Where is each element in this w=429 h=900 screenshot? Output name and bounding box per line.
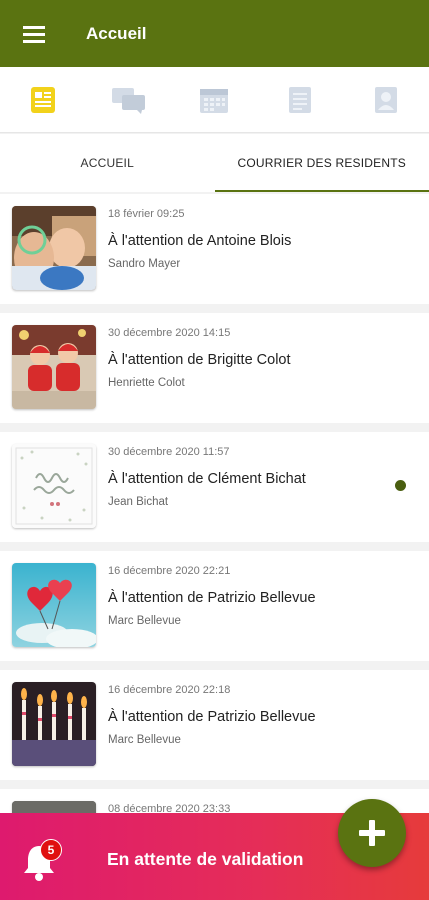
nav-messages-button[interactable] [99,75,159,125]
calendar-icon [200,88,229,113]
list-item[interactable]: 18 février 09:25 À l'attention de Antoin… [0,194,429,304]
list-item[interactable]: 16 décembre 2020 22:21 À l'attention de … [0,551,429,661]
message-thumbnail [12,682,96,766]
message-author: Sandro Mayer [108,258,181,270]
menu-button[interactable] [0,0,68,67]
message-thumbnail [12,206,96,290]
notification-count-badge: 5 [40,839,62,861]
section-icon-bar [0,67,429,133]
pending-validation-label: En attente de validation [107,849,304,869]
list-item[interactable]: 30 décembre 2020 14:15 À l'attention de … [0,313,429,423]
message-author: Jean Bichat [108,496,169,508]
message-date: 30 décembre 2020 14:15 [108,327,231,339]
message-thumbnail [12,563,96,647]
message-date: 16 décembre 2020 22:18 [108,684,231,696]
message-author: Marc Bellevue [108,734,181,746]
message-date: 30 décembre 2020 11:57 [108,446,230,458]
message-title: À l'attention de Patrizio Bellevue [108,709,316,725]
list-item[interactable]: 16 décembre 2020 22:18 À l'attention de … [0,670,429,780]
nav-calendar-button[interactable] [184,75,244,125]
nav-news-button[interactable] [13,75,73,125]
nav-contacts-button[interactable] [356,75,416,125]
newspaper-icon [30,86,55,113]
message-thumbnail [12,444,96,528]
plus-icon [359,820,385,846]
message-date: 16 décembre 2020 22:21 [108,565,231,577]
tab-courrier-des-residents[interactable]: COURRIER DES RESIDENTS [214,134,429,192]
tab-bar: ACCUEIL COURRIER DES RESIDENTS [0,134,429,192]
message-title: À l'attention de Brigitte Colot [108,352,291,368]
message-thumbnail [12,325,96,409]
app-bar: Accueil [0,0,429,67]
contact-card-icon [375,86,398,113]
list-item[interactable]: 30 décembre 2020 11:57 À l'attention de … [0,432,429,542]
menu-icon [23,25,45,43]
message-date: 18 février 09:25 [108,208,185,220]
message-title: À l'attention de Patrizio Bellevue [108,590,316,606]
tab-accueil[interactable]: ACCUEIL [0,134,215,192]
document-icon [289,86,312,113]
unread-indicator [395,480,406,491]
page-title: Accueil [86,23,147,43]
message-list: 18 février 09:25 À l'attention de Antoin… [0,194,429,900]
add-message-button[interactable] [338,799,406,867]
chat-bubbles-icon [111,87,145,114]
message-author: Henriette Colot [108,377,185,389]
nav-documents-button[interactable] [270,75,330,125]
message-author: Marc Bellevue [108,615,181,627]
message-title: À l'attention de Antoine Blois [108,233,292,249]
message-title: À l'attention de Clément Bichat [108,471,306,487]
